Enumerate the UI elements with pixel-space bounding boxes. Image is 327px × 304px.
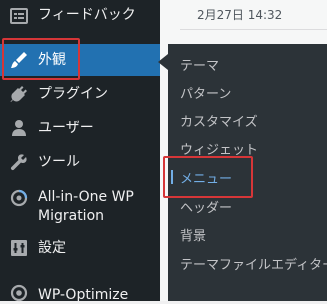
sidebar-item-label: 設定 xyxy=(38,240,66,256)
submenu-item-customize[interactable]: カスタマイズ xyxy=(180,111,258,130)
migration-icon xyxy=(9,188,29,208)
sidebar-item-feedback[interactable]: フィードバック xyxy=(0,4,160,26)
sidebar-item-plugins[interactable]: プラグイン xyxy=(0,82,160,106)
admin-sidebar: フィードバック 外観 プラグイン ユーザー ツール All-in-One WP … xyxy=(0,0,160,303)
sidebar-item-label: WP-Optimize xyxy=(38,287,129,303)
submenu-item-header[interactable]: ヘッダー xyxy=(180,197,232,216)
submenu-item-background[interactable]: 背景 xyxy=(180,225,206,244)
submenu-item-menus[interactable]: メニュー xyxy=(170,168,232,187)
sidebar-item-tools[interactable]: ツール xyxy=(0,150,160,174)
sidebar-item-appearance[interactable]: 外観 xyxy=(0,44,160,76)
sidebar-item-wp-optimize[interactable]: WP-Optimize xyxy=(0,282,160,303)
plugin-icon xyxy=(9,84,29,104)
sidebar-item-migration[interactable]: All-in-One WP Migration xyxy=(0,184,160,226)
sidebar-item-label: フィードバック xyxy=(38,7,136,23)
sidebar-item-label: ユーザー xyxy=(38,120,94,136)
sidebar-item-settings[interactable]: 設定 xyxy=(0,236,160,260)
submenu-item-widgets[interactable]: ウィジェット xyxy=(180,139,258,158)
feedback-icon xyxy=(9,6,29,26)
settings-icon xyxy=(9,238,29,258)
sidebar-item-label-line2: Migration xyxy=(38,208,105,224)
user-icon xyxy=(9,118,29,138)
table-row-divider xyxy=(180,29,327,30)
sidebar-item-label: All-in-One WP xyxy=(38,189,134,205)
appearance-brush-icon xyxy=(9,50,29,70)
sidebar-item-users[interactable]: ユーザー xyxy=(0,116,160,140)
optimize-icon xyxy=(9,283,29,303)
wrench-icon xyxy=(9,152,29,172)
sidebar-item-label: 外観 xyxy=(38,52,66,68)
submenu-item-patterns[interactable]: パターン xyxy=(180,83,231,102)
sidebar-item-label: ツール xyxy=(38,154,80,170)
post-date: 2月27日 14:32 xyxy=(197,8,283,22)
submenu-item-themes[interactable]: テーマ xyxy=(180,55,219,74)
sidebar-item-label: プラグイン xyxy=(38,86,108,102)
flyout-pointer xyxy=(158,54,168,70)
submenu-item-theme-file-editor[interactable]: テーマファイルエディター xyxy=(180,254,327,273)
